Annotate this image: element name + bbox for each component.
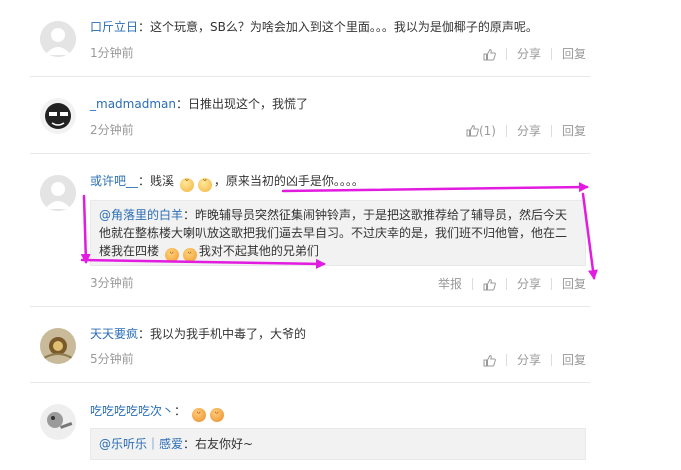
quoted-reply: @角落里的白羊：昨晚辅导员突然征集闹钟铃声，于是把这歌推荐给了辅导员，然后今天他… bbox=[90, 200, 586, 266]
username-link[interactable]: 吃吃吃吃吃次丶 bbox=[90, 404, 174, 418]
divider bbox=[505, 47, 507, 60]
avatar[interactable] bbox=[40, 21, 76, 57]
quoted-text-tail: 我对不起其他的兄弟们 bbox=[198, 244, 319, 258]
divider bbox=[550, 124, 552, 137]
comment-actions: 举报 分享 回复 bbox=[438, 275, 586, 292]
comment-body: 口斤立日：这个玩意，SB么？为啥会加入到这个里面。。。我以为是伽椰子的原声呢。 bbox=[90, 19, 538, 35]
separator bbox=[30, 76, 590, 77]
reply-button[interactable]: 回复 bbox=[562, 352, 586, 368]
share-button[interactable]: 分享 bbox=[517, 123, 541, 139]
avatar[interactable] bbox=[40, 328, 76, 364]
laughing-emoji-icon: ᵕ bbox=[164, 248, 179, 262]
comment-time: 1分钟前 bbox=[90, 46, 134, 60]
quoted-reply: @乐听乐｜感爱：右友你好~ bbox=[90, 428, 586, 460]
username-link[interactable]: _madmadman bbox=[90, 97, 176, 111]
share-button[interactable]: 分享 bbox=[517, 276, 541, 292]
divider bbox=[550, 353, 552, 366]
comment-text-tail: ，原来当初的凶手是你。。。。 bbox=[213, 174, 364, 188]
avatar[interactable] bbox=[40, 98, 76, 134]
annotation-arrow bbox=[80, 194, 91, 264]
divider bbox=[550, 277, 552, 290]
tongue-emoji-icon: ᵕ bbox=[191, 408, 206, 422]
separator bbox=[30, 153, 590, 154]
comment-text: 我以为我手机中毒了，大爷的 bbox=[150, 327, 307, 341]
comment-actions: 分享 回复 bbox=[483, 351, 586, 368]
separator bbox=[30, 306, 590, 307]
colon: ： bbox=[138, 327, 151, 341]
comment-time: 5分钟前 bbox=[90, 352, 134, 366]
avatar[interactable] bbox=[40, 175, 76, 211]
comment-body: 或许吧__：贱溪 ˘ ˘ ，原来当初的凶手是你。。。。 bbox=[90, 173, 364, 192]
thumbs-up-icon bbox=[466, 125, 479, 137]
like-button[interactable] bbox=[483, 276, 496, 292]
divider bbox=[505, 277, 507, 290]
avatar[interactable] bbox=[40, 404, 76, 440]
crying-emoji-icon: ˘ bbox=[179, 178, 194, 192]
comment-body: 吃吃吃吃吃次丶： ᵕᵕ bbox=[90, 403, 226, 422]
quoted-text: 右友你好~ bbox=[195, 437, 254, 451]
share-button[interactable]: 分享 bbox=[517, 46, 541, 62]
username-link[interactable]: 口斤立日 bbox=[90, 20, 138, 34]
colon: ： bbox=[138, 174, 151, 188]
colon: ： bbox=[183, 437, 196, 451]
colon: ： bbox=[138, 20, 151, 34]
like-button[interactable]: (1) bbox=[466, 122, 496, 139]
comment-text: 这个玩意，SB么？为啥会加入到这个里面。。。我以为是伽椰子的原声呢。 bbox=[150, 20, 538, 34]
colon: ： bbox=[174, 404, 187, 418]
thumbs-up-icon bbox=[483, 48, 496, 60]
divider bbox=[550, 47, 552, 60]
quoted-username-link[interactable]: @乐听乐｜感爱 bbox=[99, 437, 183, 451]
separator bbox=[30, 382, 590, 383]
comment-time: 2分钟前 bbox=[90, 123, 134, 137]
comment-body: _madmadman：日推出现这个，我慌了 bbox=[90, 96, 308, 112]
colon: ： bbox=[183, 208, 196, 222]
reply-button[interactable]: 回复 bbox=[562, 123, 586, 139]
user-avatar-image bbox=[40, 328, 76, 364]
comment-actions: 分享 回复 bbox=[483, 45, 586, 62]
like-button[interactable] bbox=[483, 352, 496, 368]
comment-time: 3分钟前 bbox=[90, 276, 134, 290]
like-button[interactable] bbox=[483, 46, 496, 62]
quoted-username-link[interactable]: @角落里的白羊 bbox=[99, 208, 183, 222]
divider bbox=[505, 353, 507, 366]
reply-button[interactable]: 回复 bbox=[562, 46, 586, 62]
default-avatar-icon bbox=[40, 175, 76, 211]
reply-button[interactable]: 回复 bbox=[562, 276, 586, 292]
user-avatar-image bbox=[40, 98, 76, 134]
comment-body: 天天要疯：我以为我手机中毒了，大爷的 bbox=[90, 326, 306, 342]
share-button[interactable]: 分享 bbox=[517, 352, 541, 368]
tongue-emoji-icon: ᵕ bbox=[209, 408, 224, 422]
user-avatar-image bbox=[40, 404, 76, 440]
divider bbox=[505, 124, 507, 137]
comment-text: 日推出现这个，我慌了 bbox=[187, 97, 308, 111]
comment-text: 贱溪 bbox=[150, 174, 175, 188]
thumbs-up-icon bbox=[483, 354, 496, 366]
colon: ： bbox=[175, 97, 188, 111]
crying-emoji-icon: ˘ bbox=[197, 178, 212, 192]
default-avatar-icon bbox=[40, 21, 76, 57]
report-button[interactable]: 举报 bbox=[438, 276, 462, 292]
thumbs-up-icon bbox=[483, 278, 496, 290]
like-count: (1) bbox=[478, 123, 496, 138]
comment-actions: (1) 分享 回复 bbox=[466, 122, 586, 139]
divider bbox=[471, 277, 473, 290]
username-link[interactable]: 或许吧__ bbox=[90, 174, 138, 188]
laughing-emoji-icon: ᵕ bbox=[182, 248, 197, 262]
username-link[interactable]: 天天要疯 bbox=[90, 327, 138, 341]
